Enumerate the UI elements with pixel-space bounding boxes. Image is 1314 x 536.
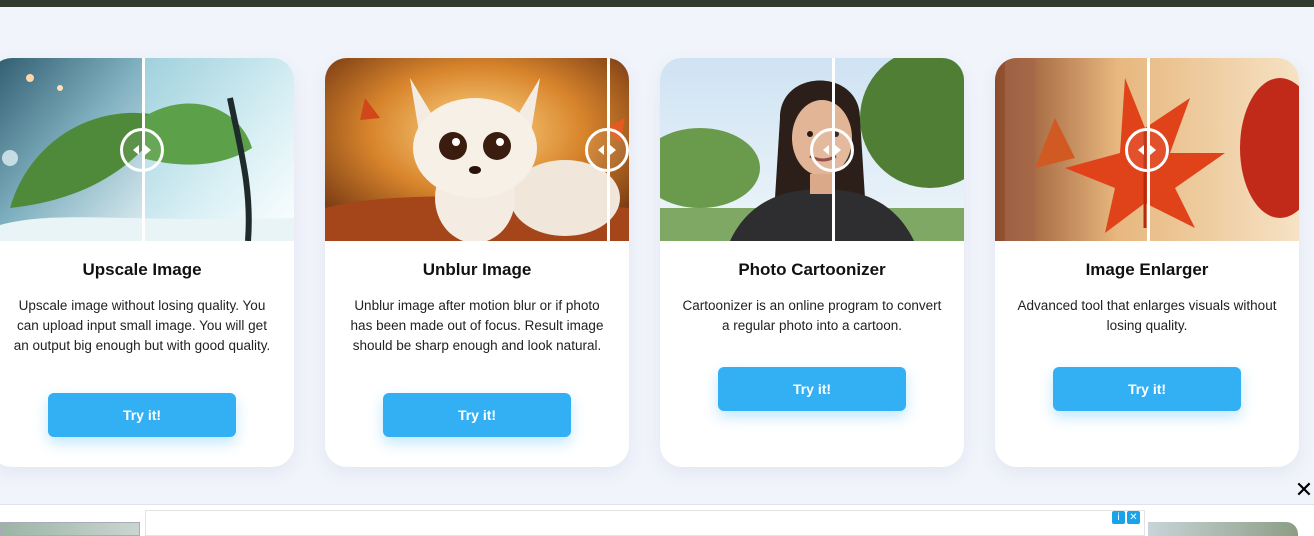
try-it-button[interactable]: Try it! (718, 367, 906, 411)
try-it-button[interactable]: Try it! (48, 393, 236, 437)
card-photo-cartoonizer: Photo Cartoonizer Cartoonizer is an onli… (660, 58, 964, 467)
ad-x-icon[interactable]: ✕ (1127, 511, 1140, 524)
card-title: Unblur Image (422, 260, 532, 279)
card-description: Advanced tool that enlarges visuals with… (1017, 298, 1277, 333)
left-right-arrows-icon (823, 145, 841, 155)
card-upscale-image: Upscale Image Upscale image without losi… (0, 58, 294, 467)
card-title: Upscale Image (82, 260, 202, 279)
comparison-handle[interactable] (810, 128, 854, 172)
left-right-arrows-icon (1138, 145, 1156, 155)
left-right-arrows-icon (598, 145, 616, 155)
card-description: Unblur image after motion blur or if pho… (350, 298, 604, 353)
card-image-enlarger: Image Enlarger Advanced tool that enlarg… (995, 58, 1299, 467)
next-section-thumbnail (1148, 522, 1298, 536)
top-bar (0, 0, 1314, 7)
card-description: Cartoonizer is an online program to conv… (682, 298, 942, 333)
ad-choices[interactable]: i ✕ (1112, 511, 1140, 524)
card-title: Image Enlarger (1085, 260, 1209, 279)
before-after-image[interactable] (995, 58, 1299, 241)
try-it-button[interactable]: Try it! (383, 393, 571, 437)
comparison-handle[interactable] (120, 128, 164, 172)
comparison-handle[interactable] (585, 128, 629, 172)
ad-info-icon[interactable]: i (1112, 511, 1125, 524)
ad-banner[interactable] (145, 510, 1145, 536)
close-icon[interactable]: ✕ (1293, 480, 1314, 502)
next-section-thumbnail (0, 522, 140, 536)
fox-image (325, 58, 629, 241)
left-right-arrows-icon (133, 145, 151, 155)
before-after-image[interactable] (325, 58, 629, 241)
card-description: Upscale image without losing quality. Yo… (13, 298, 271, 353)
before-after-image[interactable] (0, 58, 294, 241)
before-after-image[interactable] (660, 58, 964, 241)
card-title: Photo Cartoonizer (738, 260, 886, 279)
comparison-handle[interactable] (1125, 128, 1169, 172)
card-unblur-image: Unblur Image Unblur image after motion b… (325, 58, 629, 467)
try-it-button[interactable]: Try it! (1053, 367, 1241, 411)
